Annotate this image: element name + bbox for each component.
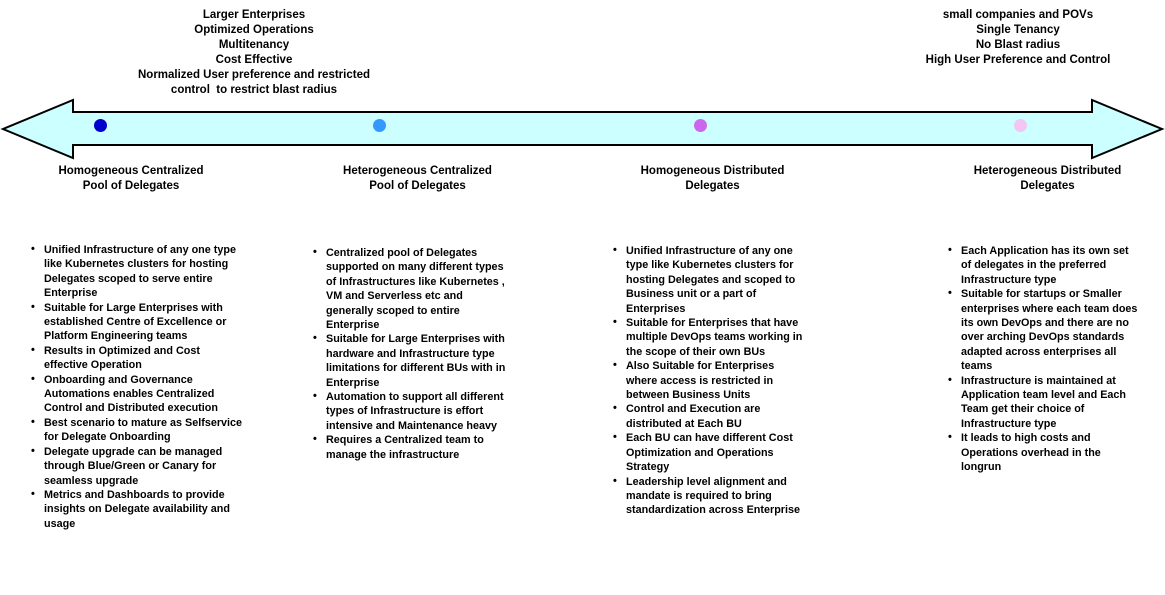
spectrum-marker-dot <box>93 119 107 132</box>
spectrum-arrow <box>0 98 1165 160</box>
double-arrow-polygon <box>0 98 1165 160</box>
note-line: Larger Enterprises <box>202 9 306 21</box>
bullet-item: Control and Execution are distributed at… <box>613 401 806 431</box>
bullet-item: Each Application has its own set of dele… <box>948 243 1139 287</box>
bullet-item: Also Suitable for Enterprises where acce… <box>613 358 806 402</box>
bullet-item: Leadership level alignment and mandate i… <box>613 473 806 518</box>
column-title: Homogeneous Centralized Pool of Delegate… <box>58 165 204 192</box>
note-line: No Blast radius <box>975 39 1061 51</box>
bullet-item: Requires a Centralized team to manage th… <box>313 432 506 462</box>
left-spectrum-note: Larger Enterprises Optimized Operations Mu… <box>14 8 494 98</box>
category-column-3: Homogeneous Distributed Delegates Unifie… <box>600 164 848 518</box>
bullet-item: Centralized pool of Delegates supported … <box>313 245 506 332</box>
bullet-item: Suitable for Large Enterprises with hard… <box>313 331 506 390</box>
bullet-item: Unified Infrastructure of any one type l… <box>613 243 806 316</box>
note-line: Normalized User preference and restricte… <box>137 69 370 81</box>
note-line: Single Tenancy <box>976 24 1060 36</box>
column-title: Heterogeneous Distributed Delegates <box>973 165 1122 192</box>
column-bullet-list: Unified Infrastructure of any one type l… <box>18 242 244 531</box>
column-title: Heterogeneous Centralized Pool of Delega… <box>343 165 492 192</box>
category-column-2: Heterogeneous Centralized Pool of Delega… <box>300 164 548 462</box>
category-column-4: Heterogeneous Distributed Delegates Each… <box>925 164 1165 475</box>
column-title: Homogeneous Distributed Delegates <box>640 165 785 192</box>
note-line: Optimized Operations <box>194 24 314 36</box>
bullet-item: It leads to high costs and Operations ov… <box>948 430 1139 474</box>
bullet-item: Infrastructure is maintained at Applicat… <box>948 373 1139 432</box>
note-line: small companies and POVs <box>942 9 1094 21</box>
double-arrow-shape <box>0 98 1165 160</box>
bullet-item: Results in Optimized and Cost effective … <box>31 343 244 373</box>
right-spectrum-note: small companies and POVs Single Tenancy No… <box>872 8 1164 68</box>
spectrum-marker-dot <box>693 119 707 132</box>
bullet-item: Automation to support all different type… <box>313 389 506 433</box>
bullet-item: Unified Infrastructure of any one type l… <box>31 242 244 301</box>
bullet-item: Metrics and Dashboards to provide insigh… <box>31 487 244 531</box>
bullet-item: Suitable for Large Enterprises with esta… <box>31 300 244 344</box>
bullet-item: Each BU can have different Cost Optimiza… <box>613 430 806 474</box>
column-bullet-list: Unified Infrastructure of any one type l… <box>600 243 806 518</box>
note-line: Cost Effective <box>215 54 293 66</box>
bullet-item: Best scenario to mature as Selfservice f… <box>31 415 244 445</box>
category-column-1: Homogeneous Centralized Pool of Delegate… <box>18 164 266 531</box>
bullet-item: Suitable for startups or Smaller enterpr… <box>948 286 1139 373</box>
note-line: Multitenancy <box>218 39 290 51</box>
column-bullet-list: Centralized pool of Delegates supported … <box>300 245 506 462</box>
spectrum-marker-dot <box>1014 119 1028 132</box>
bullet-item: Suitable for Enterprises that have multi… <box>613 315 806 359</box>
bullet-item: Delegate upgrade can be managed through … <box>31 444 244 488</box>
bullet-item: Onboarding and Governance Automations en… <box>31 372 244 416</box>
column-bullet-list: Each Application has its own set of dele… <box>935 243 1139 475</box>
note-line: High User Preference and Control <box>925 54 1111 66</box>
note-line: control to restrict blast radius <box>170 84 338 96</box>
